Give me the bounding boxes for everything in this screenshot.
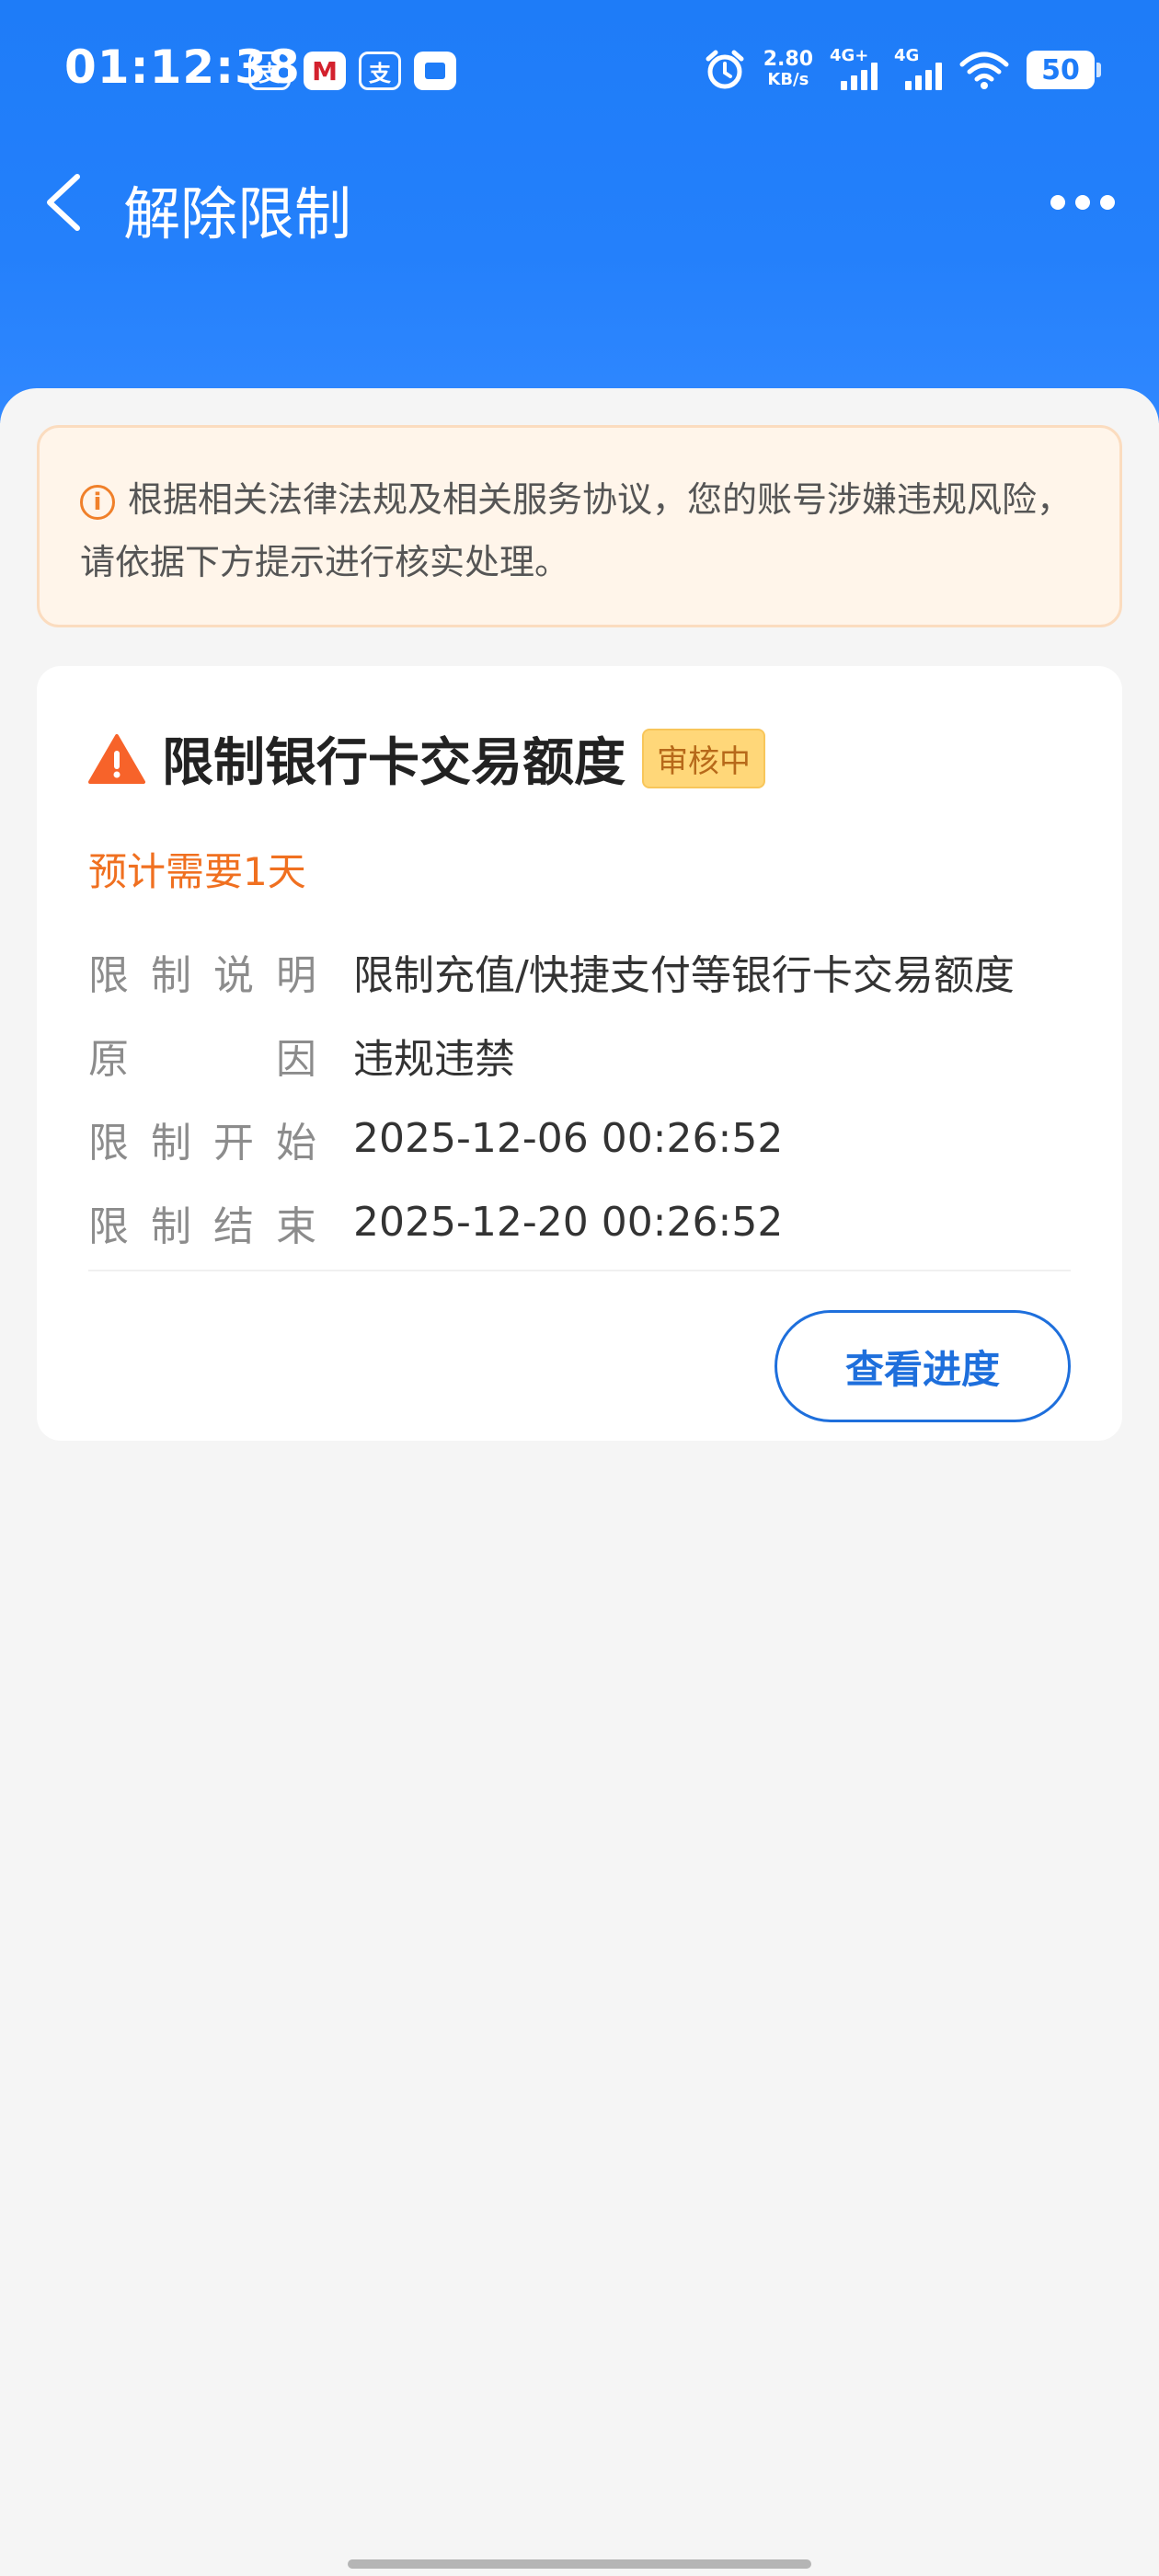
signal-icon: 4G — [894, 46, 942, 90]
status-badge: 审核中 — [642, 729, 765, 788]
info-value: 2025-12-06 00:26:52 — [353, 1115, 784, 1162]
network-speed-unit: KB/s — [767, 70, 809, 89]
card-title-row: 限制银行卡交易额度 审核中 — [88, 721, 765, 796]
estimate-text: 预计需要1天 — [88, 849, 306, 894]
status-app-icons: 支 M 支 — [248, 52, 456, 90]
battery-icon: 50 — [1027, 51, 1101, 89]
view-progress-button[interactable]: 查看进度 — [775, 1310, 1071, 1422]
status-bar: 01:12:38 支 M 支 2.80 KB/s 4G+ 4G 50 — [0, 0, 1159, 138]
wifi-icon — [959, 52, 1009, 89]
info-row-reason: 原 因 违规违禁 — [88, 1013, 1082, 1097]
square-app-icon — [414, 52, 456, 90]
restriction-card: 限制银行卡交易额度 审核中 预计需要1天 限 制 说 明 限制充值/快捷支付等银… — [37, 666, 1122, 1441]
cmb-bank-icon: M — [304, 52, 346, 90]
page-title: 解除限制 — [123, 180, 352, 247]
network-speed: 2.80 KB/s — [763, 50, 813, 90]
alarm-icon — [706, 50, 744, 89]
status-indicators: 2.80 KB/s 4G+ 4G 50 — [703, 46, 1101, 92]
navigation-bar: 解除限制 — [0, 156, 1159, 248]
signal-icon: 4G+ — [830, 46, 878, 90]
info-label: 原 因 — [88, 1035, 316, 1083]
info-value: 2025-12-20 00:26:52 — [353, 1199, 784, 1246]
more-options-icon[interactable] — [1050, 184, 1115, 221]
info-row-start: 限 制 开 始 2025-12-06 00:26:52 — [88, 1097, 1082, 1180]
back-arrow-icon[interactable] — [37, 169, 92, 236]
info-list: 限 制 说 明 限制充值/快捷支付等银行卡交易额度 原 因 违规违禁 限 制 开… — [88, 929, 1082, 1264]
notice-text: 根据相关法律法规及相关服务协议，您的账号涉嫌违规风险，请依据下方提示进行核实处理… — [80, 479, 1073, 582]
home-indicator[interactable] — [348, 2559, 811, 2569]
network-speed-value: 2.80 — [763, 48, 813, 71]
alipay-icon: 支 — [248, 52, 291, 90]
info-label: 限 制 说 明 — [88, 951, 316, 999]
restriction-title: 限制银行卡交易额度 — [162, 733, 625, 793]
info-value: 违规违禁 — [353, 1035, 515, 1083]
card-divider — [88, 1270, 1071, 1271]
info-label: 限 制 开 始 — [88, 1119, 316, 1167]
info-row-description: 限 制 说 明 限制充值/快捷支付等银行卡交易额度 — [88, 929, 1082, 1013]
content-sheet: i 根据相关法律法规及相关服务协议，您的账号涉嫌违规风险，请依据下方提示进行核实处… — [0, 388, 1159, 2576]
notice-banner: i 根据相关法律法规及相关服务协议，您的账号涉嫌违规风险，请依据下方提示进行核实处… — [37, 425, 1122, 627]
warning-icon — [88, 733, 145, 784]
info-value: 限制充值/快捷支付等银行卡交易额度 — [353, 951, 1015, 999]
info-label: 限 制 结 束 — [88, 1202, 316, 1250]
info-row-end: 限 制 结 束 2025-12-20 00:26:52 — [88, 1180, 1082, 1264]
info-icon: i — [80, 485, 115, 520]
page: 01:12:38 支 M 支 2.80 KB/s 4G+ 4G 50 解除限制 … — [0, 0, 1159, 2576]
alipay-icon: 支 — [359, 52, 401, 90]
